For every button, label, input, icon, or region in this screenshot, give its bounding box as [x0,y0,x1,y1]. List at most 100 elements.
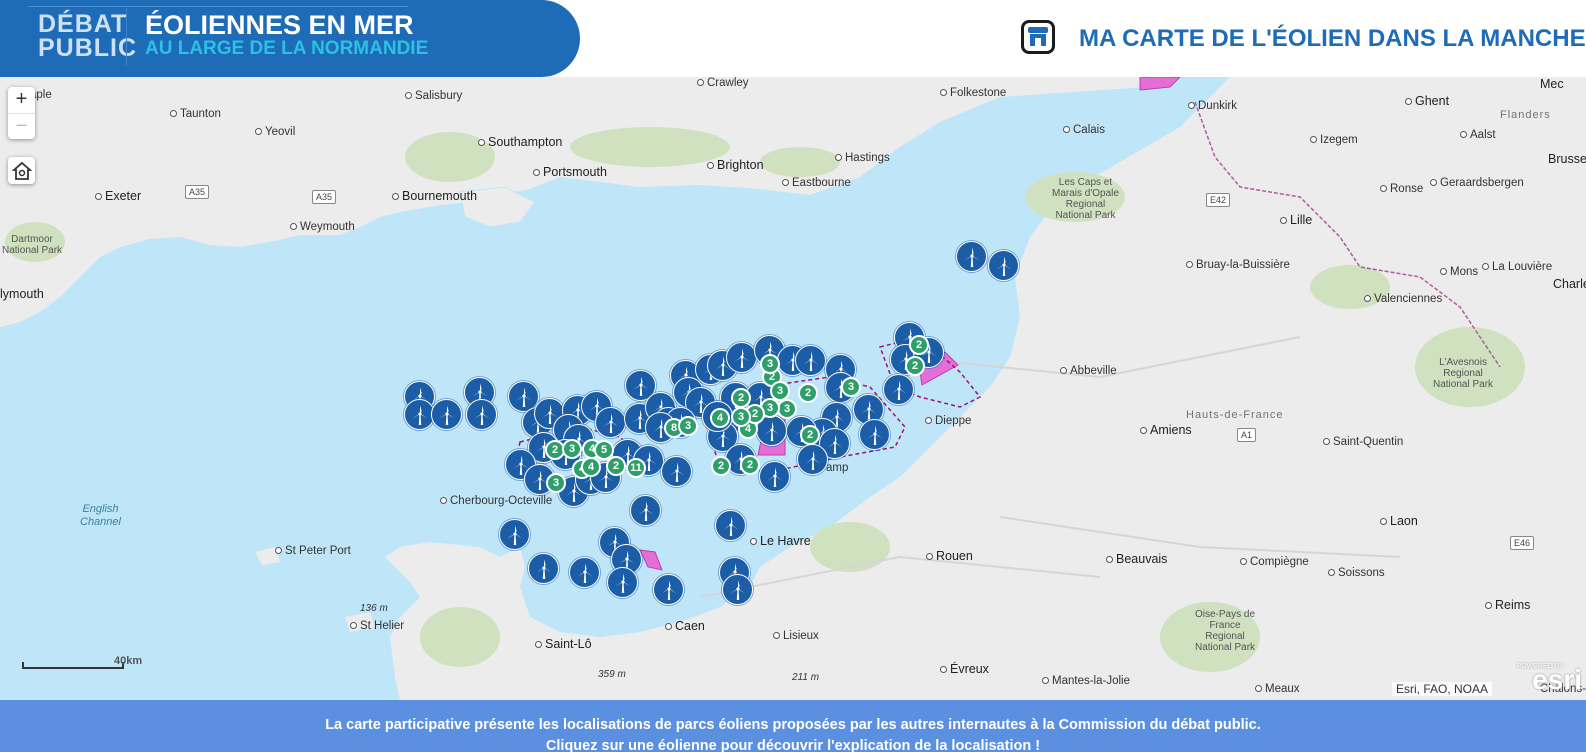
turbine-marker[interactable] [607,567,638,598]
place-eastbourne: Eastbourne [782,177,851,189]
place-mechelen: Mec [1540,77,1564,91]
place-st-peter-port: St Peter Port [275,545,351,557]
wind-turbine-icon [615,573,630,593]
wind-turbine-icon [891,380,906,400]
footer-text-2: Cliquez sur une éolienne pour découvrir … [545,738,1041,752]
cluster-marker[interactable]: 3 [546,473,566,493]
cluster-marker[interactable]: 11 [626,458,646,478]
elevation-359: 359 m [598,669,626,680]
place-soissons: Soissons [1328,567,1385,579]
cluster-marker[interactable]: 2 [800,425,820,445]
wind-turbine-icon [507,525,522,545]
cluster-marker[interactable]: 2 [905,356,925,376]
scale-label: 40km [114,655,143,667]
brand-separator [126,8,127,66]
esri-logo[interactable]: esri [1532,664,1582,696]
turbine-marker[interactable] [797,444,828,475]
map-title: MA CARTE DE L'ÉOLIEN DANS LA MANCHE [1079,25,1586,52]
wind-turbine-icon [723,516,738,536]
wind-turbine-icon [996,256,1011,276]
place-fecamp: amp [826,462,849,474]
turbine-marker[interactable] [653,574,684,605]
turbine-marker[interactable] [795,345,826,376]
cluster-marker[interactable]: 2 [909,335,929,355]
turbine-marker[interactable] [661,456,692,487]
place-dunkirk: Dunkirk [1188,100,1237,112]
turbine-marker[interactable] [431,399,462,430]
turbine-marker[interactable] [569,557,600,588]
zoom-in-button[interactable]: + [8,87,35,113]
turbine-marker[interactable] [883,374,914,405]
place-laon: Laon [1380,514,1418,528]
turbine-marker[interactable] [956,241,987,272]
cluster-marker[interactable]: 2 [740,455,760,475]
turbine-marker[interactable] [630,495,661,526]
road-a35-west: A35 [185,185,210,199]
map-attribution[interactable]: Esri, FAO, NOAA [1391,682,1492,696]
place-brussels: Brussels [1548,152,1586,166]
place-bournemouth: Bournemouth [392,189,477,203]
cluster-marker[interactable]: 3 [562,439,582,459]
home-icon [11,161,32,180]
cluster-marker[interactable]: 3 [731,407,751,427]
elevation-211: 211 m [792,672,820,683]
place-taunton: Taunton [170,108,221,120]
wind-turbine-icon [964,247,979,267]
turbine-marker[interactable] [988,250,1019,281]
cluster-marker[interactable]: 3 [777,399,797,419]
turbine-marker[interactable] [466,399,497,430]
zoom-out-button[interactable]: − [8,113,35,140]
place-ghent: Ghent [1405,94,1449,108]
wind-turbine-icon [516,387,531,407]
wind-turbine-icon [412,405,427,425]
place-abbeville: Abbeville [1060,365,1117,377]
place-yeovil: Yeovil [255,126,295,138]
brand-banner[interactable]: DÉBAT PUBLIC ÉOLIENNES EN MER AU LARGE D… [0,0,580,77]
place-salisbury: Salisbury [405,90,462,102]
park-avesnois: L'Avesnois Regional National Park [1433,357,1494,390]
cluster-marker[interactable]: 3 [841,377,861,397]
cluster-marker[interactable]: 4 [710,408,730,428]
place-rouen: Rouen [926,549,973,563]
place-southampton: Southampton [478,135,562,149]
map-view[interactable]: aple Salisbury Crawley Folkestone Dunkir… [0,77,1586,700]
wind-turbine-icon [767,467,782,487]
wind-turbine-icon [827,434,842,454]
cluster-marker[interactable]: 2 [711,456,731,476]
scale-bar: 40km [22,655,142,669]
turbine-marker[interactable] [528,553,559,584]
cluster-marker[interactable]: 3 [678,416,698,436]
wind-turbine-icon [867,425,882,445]
turbine-marker[interactable] [595,407,626,438]
wind-turbine-icon [861,400,876,420]
region-flanders: Flanders [1500,109,1551,121]
turbine-marker[interactable] [499,519,530,550]
brand-divider [28,6,408,7]
cluster-marker[interactable]: 3 [760,354,780,374]
place-crawley: Crawley [697,77,749,89]
place-portsmouth: Portsmouth [533,165,607,179]
road-e42: E42 [1206,193,1231,207]
place-lisieux: Lisieux [773,630,819,642]
turbine-marker[interactable] [715,510,746,541]
map-store-icon [1021,20,1055,54]
wind-turbine-icon [803,351,818,371]
turbine-marker[interactable] [759,461,790,492]
turbine-marker[interactable] [722,574,753,605]
place-compiegne: Compiègne [1240,556,1309,568]
place-izegem: Izegem [1310,134,1358,146]
place-folkestone: Folkestone [940,87,1006,99]
home-button[interactable] [8,157,35,184]
turbine-marker[interactable] [859,419,890,450]
place-lille: Lille [1280,213,1312,227]
footer-text-1: La carte participative présente les loca… [325,717,1261,733]
turbine-marker[interactable] [726,342,757,373]
brand-line-1: DÉBAT [38,10,128,38]
cluster-marker[interactable]: 2 [606,456,626,476]
cluster-marker[interactable]: 2 [798,383,818,403]
brand-line-2: PUBLIC [38,34,138,62]
cluster-marker[interactable]: 4 [581,457,601,477]
place-beauvais: Beauvais [1106,552,1167,566]
elevation-136: 136 m [360,603,388,614]
label-english-channel: English Channel [80,503,121,528]
